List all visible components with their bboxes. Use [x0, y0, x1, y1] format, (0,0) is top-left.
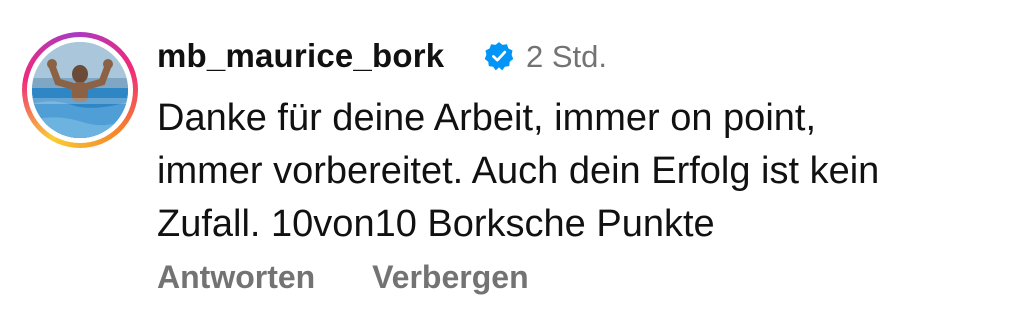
avatar-photo — [32, 42, 128, 138]
verified-badge-icon — [484, 42, 514, 71]
username[interactable]: mb_maurice_bork — [157, 37, 444, 75]
story-ring[interactable] — [22, 32, 138, 148]
avatar[interactable] — [32, 42, 128, 138]
comment-text-line: Zufall. 10von10 Borksche Punkte — [157, 203, 715, 245]
hide-button[interactable]: Verbergen — [372, 259, 529, 296]
comment-text-line: immer vorbereitet. Auch dein Erfolg ist … — [157, 150, 880, 192]
comment-text-line: Danke für deine Arbeit, immer on point, — [157, 97, 817, 139]
comment-text: Danke für deine Arbeit, immer on point, … — [157, 92, 1007, 251]
comment-actions: Antworten Verbergen — [157, 259, 529, 296]
comment-item: mb_maurice_bork 2 Std. Danke für deine A… — [0, 0, 1024, 335]
comment-timestamp: 2 Std. — [526, 39, 607, 74]
avatar-frame — [27, 37, 133, 143]
reply-button[interactable]: Antworten — [157, 259, 315, 296]
